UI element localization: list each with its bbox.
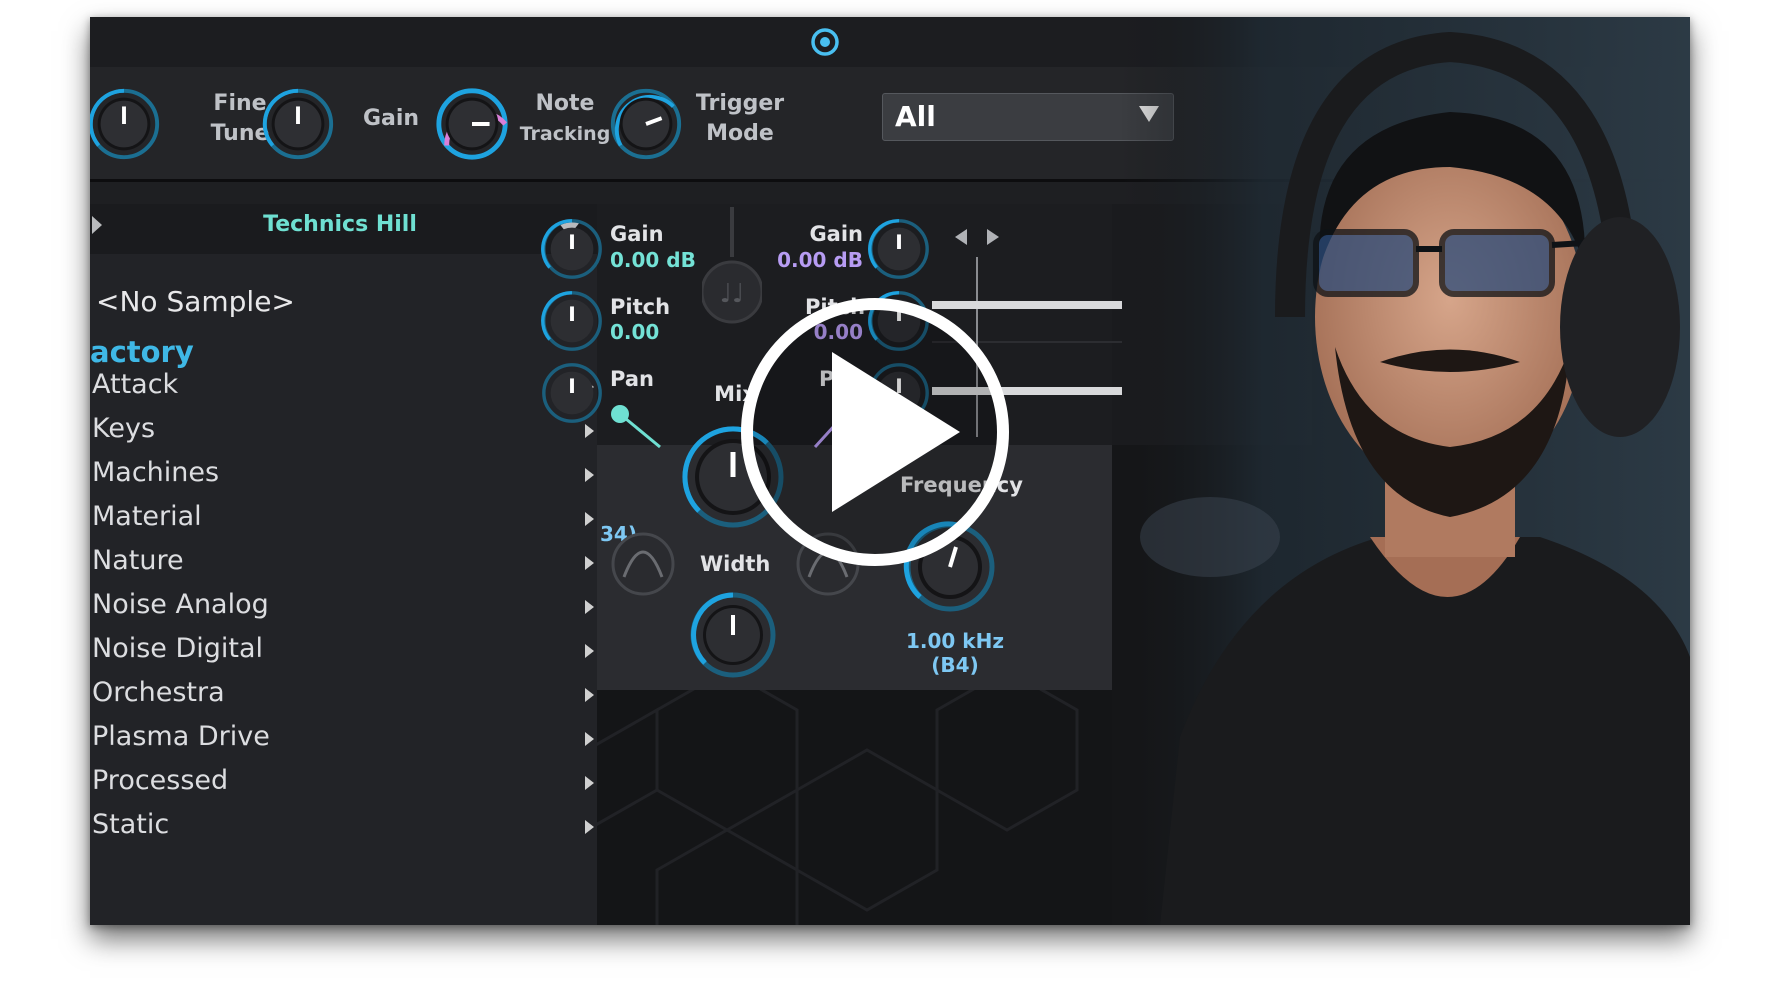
left-pan-label: Pan xyxy=(610,367,654,391)
right-gain-knob[interactable] xyxy=(865,215,933,283)
chevron-right-icon xyxy=(585,820,594,834)
chevron-right-icon xyxy=(585,644,594,658)
factory-section-title: actory xyxy=(90,335,194,369)
browser-header: Technics Hill xyxy=(90,204,597,254)
trigger-mode-value: All xyxy=(895,100,936,133)
category-item[interactable]: Keys xyxy=(92,413,594,444)
category-item[interactable]: Static xyxy=(92,809,594,840)
frequency-value[interactable]: 1.00 kHz (B4) xyxy=(880,629,1030,677)
left-gain-label: Gain xyxy=(610,222,664,246)
fine-tune-knob[interactable] xyxy=(259,85,337,163)
category-item[interactable]: Processed xyxy=(92,765,594,796)
left-gain-value[interactable]: 0.00 dB xyxy=(610,248,696,272)
note-tracking-label: Note Tracking xyxy=(519,91,611,145)
width-knob[interactable] xyxy=(687,589,779,681)
chevron-right-icon[interactable] xyxy=(92,216,102,234)
category-item[interactable]: Material xyxy=(92,501,594,532)
chevron-right-icon xyxy=(585,600,594,614)
chevron-right-icon xyxy=(585,512,594,526)
play-icon[interactable] xyxy=(740,297,1010,567)
coarse-tune-knob[interactable] xyxy=(90,85,163,163)
presenter-photo xyxy=(1120,17,1690,925)
left-pan-knob[interactable] xyxy=(538,359,606,427)
left-pitch-value[interactable]: 0.00 xyxy=(610,320,659,344)
category-item[interactable]: Nature xyxy=(92,545,594,576)
note-tracking-knob[interactable] xyxy=(607,85,685,163)
category-item[interactable]: Attack xyxy=(92,369,594,400)
filter-peak-icon[interactable] xyxy=(610,531,676,597)
video-thumbnail[interactable]: Fine Tune Gain Note Tracking Trigger Mode A… xyxy=(90,17,1690,925)
chevron-right-icon xyxy=(585,732,594,746)
category-item[interactable]: Machines xyxy=(92,457,594,488)
category-item[interactable]: Noise Digital xyxy=(92,633,594,664)
hex-background xyxy=(585,668,1112,925)
right-gain-value[interactable]: 0.00 dB xyxy=(770,248,863,272)
left-pitch-knob[interactable] xyxy=(538,287,606,355)
next-arrow-icon[interactable] xyxy=(983,227,1001,247)
gain-label: Gain xyxy=(362,106,420,131)
trigger-mode-label: Trigger Mode xyxy=(695,91,785,146)
prev-arrow-icon[interactable] xyxy=(953,227,971,247)
category-item[interactable]: Orchestra xyxy=(92,677,594,708)
right-gain-label: Gain xyxy=(809,222,863,246)
left-pitch-label: Pitch xyxy=(610,295,671,319)
gain-knob[interactable] xyxy=(433,85,511,163)
chevron-right-icon xyxy=(585,468,594,482)
no-sample-item[interactable]: <No Sample> xyxy=(96,285,295,318)
left-gain-knob[interactable] xyxy=(538,215,606,283)
category-item[interactable]: Plasma Drive xyxy=(92,721,594,752)
category-item[interactable]: Noise Analog xyxy=(92,589,594,620)
browser-title[interactable]: Technics Hill xyxy=(190,212,490,237)
chevron-right-icon xyxy=(585,688,594,702)
plugin-logo-icon xyxy=(809,26,841,58)
chevron-right-icon xyxy=(585,556,594,570)
chevron-right-icon xyxy=(585,776,594,790)
